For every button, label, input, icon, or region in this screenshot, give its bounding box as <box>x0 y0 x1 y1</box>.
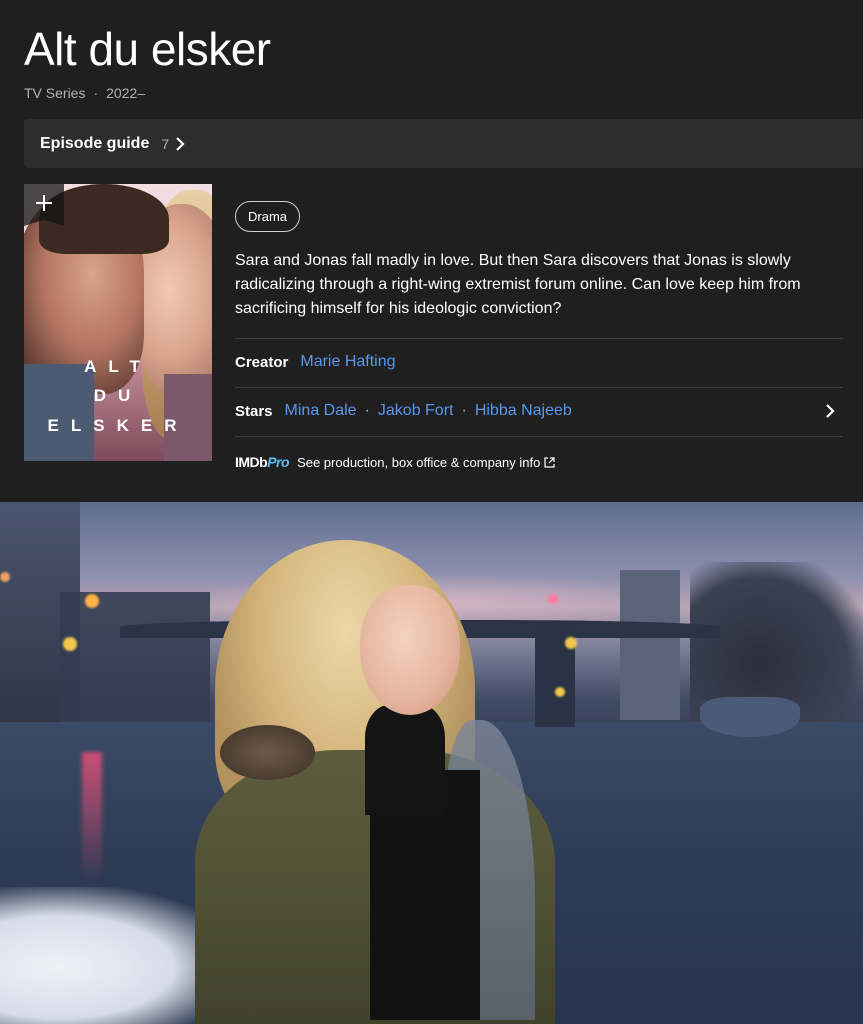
imdbpro-text: See production, box office & company inf… <box>297 454 541 470</box>
imdbpro-logo-pro: Pro <box>267 454 290 470</box>
photo-light <box>0 572 10 582</box>
chevron-right-icon[interactable] <box>825 404 835 423</box>
star-link[interactable]: Jakob Fort <box>378 402 454 420</box>
title-type: TV Series <box>24 85 86 101</box>
star-link[interactable]: Hibba Najeeb <box>475 402 572 420</box>
poster-image[interactable]: ALT DU ELSKER <box>24 184 212 461</box>
creator-row: Creator Marie Hafting <box>235 353 843 371</box>
photo-person <box>195 540 555 1024</box>
external-link-icon <box>544 456 555 468</box>
photo-light <box>555 687 565 697</box>
poster-figure <box>24 364 94 461</box>
episode-count: 7 <box>161 135 170 152</box>
page-title: Alt du elsker <box>24 23 271 75</box>
chevron-right-icon <box>175 136 185 151</box>
episode-guide-link[interactable]: Episode guide 7 <box>24 119 863 168</box>
photo-person-part <box>220 725 315 780</box>
photo-background <box>620 570 680 720</box>
divider <box>235 436 843 437</box>
title-meta: TV Series · 2022– <box>24 85 145 101</box>
poster-title-line: ALT <box>84 357 152 376</box>
imdbpro-link[interactable]: IMDbPro See production, box office & com… <box>235 454 555 470</box>
title-years: 2022– <box>106 85 146 101</box>
title-overview-panel: Alt du elsker TV Series · 2022– Episode … <box>0 0 863 502</box>
photo-person-part <box>360 585 460 715</box>
photo-boat <box>700 697 800 737</box>
separator: · <box>364 402 370 419</box>
imdbpro-logo: IMDbPro <box>235 454 290 470</box>
stars-label: Stars <box>235 402 273 420</box>
episode-guide-label: Episode guide <box>40 134 150 152</box>
photo-light <box>565 637 577 649</box>
photo-light <box>63 637 77 651</box>
star-link[interactable]: Mina Dale <box>285 402 357 420</box>
separator: · <box>461 402 467 419</box>
stars-row[interactable]: Stars Mina Dale · Jakob Fort · Hibba Naj… <box>235 402 843 420</box>
divider <box>235 338 843 339</box>
creator-link[interactable]: Marie Hafting <box>300 353 395 371</box>
divider <box>235 387 843 388</box>
genre-chip[interactable]: Drama <box>235 201 301 232</box>
photo-light <box>85 594 99 608</box>
imdbpro-logo-imdb: IMDb <box>235 454 268 470</box>
poster-title-line: ELSKER <box>47 416 189 435</box>
creator-label: Creator <box>235 353 289 371</box>
meta-separator: · <box>93 85 99 101</box>
poster-title-line: DU <box>93 386 143 405</box>
add-to-watchlist-button[interactable] <box>24 184 64 226</box>
cast-photo <box>0 502 863 1024</box>
photo-reflection <box>82 752 102 882</box>
photo-person-part <box>365 705 445 815</box>
plus-icon <box>35 194 53 217</box>
photo-background <box>60 592 210 722</box>
plot-summary: Sara and Jonas fall madly in love. But t… <box>235 252 801 317</box>
